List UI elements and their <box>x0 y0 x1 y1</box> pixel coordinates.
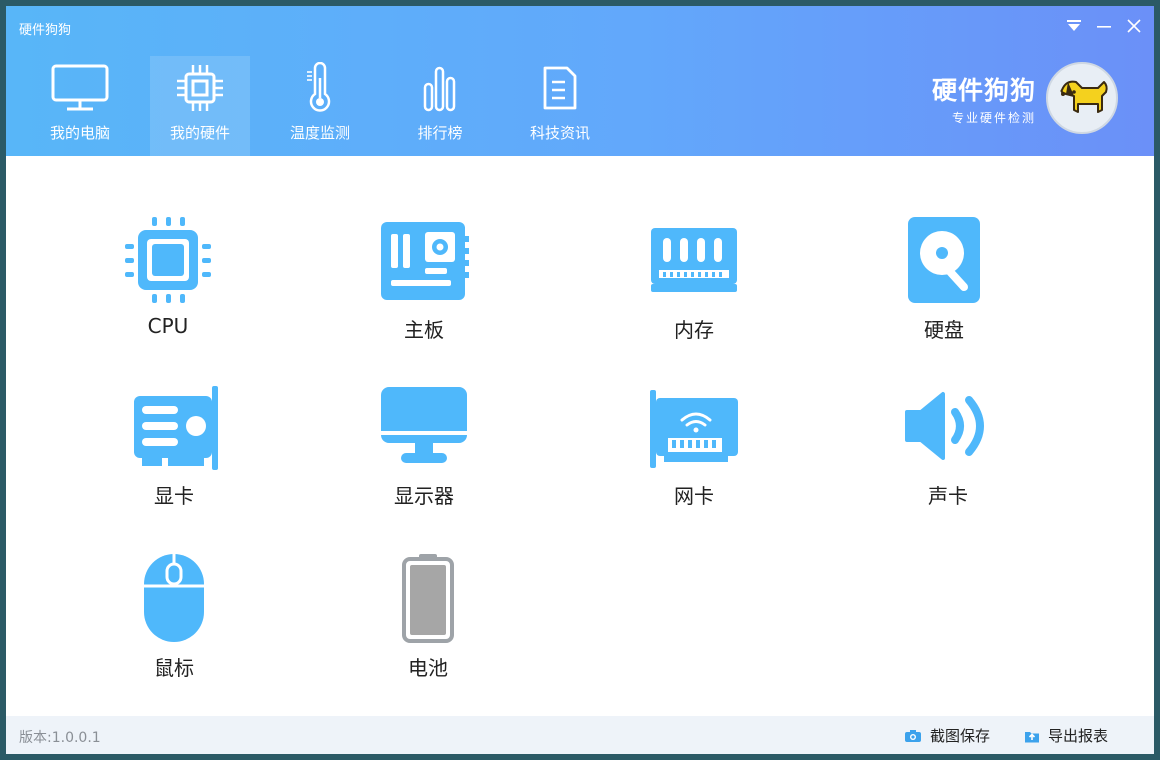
window-title: 硬件狗狗 <box>19 23 72 38</box>
memory-icon <box>651 228 737 292</box>
nav-label: 温度监测 <box>289 124 350 142</box>
bar-rank-icon <box>423 66 456 112</box>
display-icon <box>381 387 467 463</box>
harddisk-icon <box>908 217 980 303</box>
hardware-label: 内存 <box>674 318 714 342</box>
network-card-icon <box>650 390 738 468</box>
window-controls <box>1064 16 1144 36</box>
hardware-item-motherboard[interactable]: 主板 <box>324 212 524 343</box>
hardware-label: 鼠标 <box>154 656 194 680</box>
screenshot-save-button[interactable]: 截图保存 <box>904 725 990 746</box>
hardware-label: 显卡 <box>154 484 194 508</box>
monitor-icon <box>51 64 109 111</box>
chip-icon <box>177 65 223 111</box>
nav-label: 我的硬件 <box>169 124 230 142</box>
news-doc-icon <box>543 66 577 110</box>
hardware-label: 声卡 <box>928 484 968 508</box>
mouse-icon <box>144 554 204 642</box>
hardware-item-mouse[interactable]: 鼠标 <box>74 550 274 681</box>
hardware-label: 主板 <box>404 318 444 342</box>
hardware-item-network-card[interactable]: 网卡 <box>594 378 794 509</box>
close-button[interactable] <box>1124 16 1144 36</box>
minimize-icon <box>1097 26 1111 28</box>
hardware-label: 网卡 <box>674 484 714 508</box>
brand-block: 硬件狗狗 专业硬件检测 <box>932 62 1118 134</box>
nav-item-ranking[interactable]: 排行榜 <box>390 56 490 156</box>
nav-label: 排行榜 <box>417 124 463 142</box>
version-text: 版本:1.0.0.1 <box>19 730 101 746</box>
nav-item-my-computer[interactable]: 我的电脑 <box>30 56 130 156</box>
dog-logo-icon <box>1046 62 1118 134</box>
sound-card-icon <box>905 392 984 460</box>
hardware-item-cpu[interactable]: CPU <box>68 212 268 338</box>
nav-label: 科技资讯 <box>529 124 590 142</box>
hardware-item-graphics-card[interactable]: 显卡 <box>74 378 274 509</box>
status-bar: 版本:1.0.0.1 截图保存 导出报表 <box>6 716 1154 754</box>
nav-item-temperature[interactable]: 温度监测 <box>270 56 370 156</box>
minimize-button[interactable] <box>1094 16 1114 36</box>
nav-item-my-hardware[interactable]: 我的硬件 <box>150 56 250 156</box>
main-nav: 我的电脑 我的硬件 温度监测 排行榜 科技资讯 <box>30 56 630 156</box>
hardware-item-battery[interactable]: 电池 <box>328 550 528 681</box>
hardware-label: 显示器 <box>394 484 454 508</box>
nav-label: 我的电脑 <box>49 124 110 142</box>
app-window: 硬件狗狗 我的电脑 我的硬件 温度监测 排行榜 科技资讯 硬件狗狗 专业硬件检测… <box>6 6 1154 754</box>
export-report-button[interactable]: 导出报表 <box>1024 725 1108 746</box>
hardware-label: 电池 <box>408 656 448 680</box>
screenshot-save-label: 截图保存 <box>930 727 991 745</box>
hardware-item-display[interactable]: 显示器 <box>324 378 524 509</box>
nav-item-tech-news[interactable]: 科技资讯 <box>510 56 610 156</box>
hardware-item-memory[interactable]: 内存 <box>594 212 794 343</box>
brand-name: 硬件狗狗 <box>931 75 1036 105</box>
hardware-label: CPU <box>147 314 189 338</box>
dropdown-icon <box>1067 20 1081 31</box>
hardware-item-harddisk[interactable]: 硬盘 <box>844 212 1044 343</box>
thermometer-icon <box>307 62 331 112</box>
header-bar: 硬件狗狗 我的电脑 我的硬件 温度监测 排行榜 科技资讯 硬件狗狗 专业硬件检测 <box>6 6 1154 156</box>
graphics-card-icon <box>134 386 218 470</box>
export-report-label: 导出报表 <box>1048 727 1109 745</box>
close-icon <box>1127 19 1141 33</box>
hardware-label: 硬盘 <box>924 318 964 342</box>
cpu-icon <box>125 217 211 303</box>
camera-icon <box>905 729 921 742</box>
dropdown-menu-button[interactable] <box>1064 16 1084 36</box>
brand-tagline: 专业硬件检测 <box>951 110 1036 125</box>
battery-icon <box>402 554 454 643</box>
motherboard-icon <box>381 222 469 300</box>
export-folder-icon <box>1025 731 1039 742</box>
hardware-item-sound-card[interactable]: 声卡 <box>848 378 1048 509</box>
